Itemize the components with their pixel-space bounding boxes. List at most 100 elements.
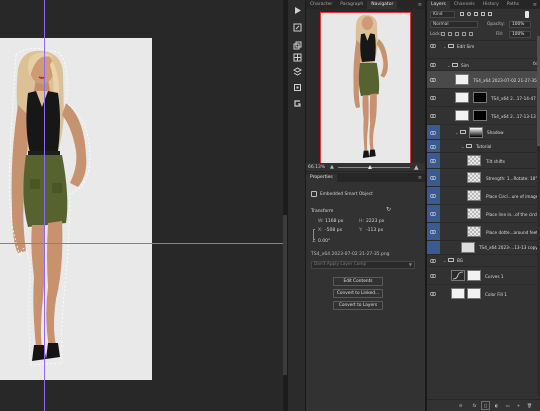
layer-group-edit-sim[interactable]: ⌄ Edit Sim xyxy=(427,40,540,50)
play-icon[interactable] xyxy=(292,5,303,16)
grid-icon[interactable] xyxy=(292,52,303,63)
lock-position-icon[interactable] xyxy=(455,32,459,36)
tab-layers[interactable]: Layers xyxy=(427,1,450,9)
chevron-down-icon[interactable]: ⌄ xyxy=(455,130,458,135)
shape-filter-icon[interactable] xyxy=(481,12,485,16)
tab-paragraph[interactable]: Paragraph xyxy=(336,1,367,9)
tab-navigator[interactable]: Navigator xyxy=(367,1,398,9)
visibility-eye-icon[interactable] xyxy=(430,77,436,83)
tab-history[interactable]: History xyxy=(479,1,503,9)
visibility-eye-icon[interactable] xyxy=(430,175,436,181)
tab-character[interactable]: Character xyxy=(306,1,336,9)
zoom-slider-handle[interactable] xyxy=(368,165,372,169)
panel-menu-icon[interactable]: ≡ xyxy=(418,1,425,9)
tab-paths[interactable]: Paths xyxy=(503,1,523,9)
fill-field[interactable]: 100% xyxy=(509,31,531,38)
visibility-eye-icon[interactable] xyxy=(430,291,436,297)
layer-mask-thumbnail[interactable] xyxy=(467,288,481,299)
document-canvas-area[interactable] xyxy=(0,0,283,411)
visibility-eye-icon[interactable] xyxy=(430,95,436,101)
layer-ts4-1[interactable]: TS4_x64 2...17-14-47 xyxy=(427,88,540,106)
x-field[interactable]: -508 px xyxy=(325,228,342,233)
zoom-out-icon[interactable]: ▲ xyxy=(330,164,334,170)
visibility-eye-icon[interactable] xyxy=(430,158,436,164)
visibility-eye-icon[interactable] xyxy=(430,211,436,217)
lock-pixels-icon[interactable] xyxy=(441,32,445,36)
layer-group-shadow[interactable]: ⌄ Shadow xyxy=(427,124,540,140)
tab-channels[interactable]: Channels xyxy=(450,1,479,9)
edit-icon[interactable] xyxy=(292,22,303,33)
layer-ts4-2[interactable]: TS4_x64 2...17-13-13 xyxy=(427,106,540,124)
layers-menu-icon[interactable]: ≡ xyxy=(533,1,540,9)
y-field[interactable]: -113 px xyxy=(366,228,383,233)
cube-icon[interactable] xyxy=(292,82,303,93)
adjustment-layer-icon[interactable]: ◐ xyxy=(493,402,500,409)
layer-strength[interactable]: Strength: 1...Rotate: 18° xyxy=(427,168,540,187)
layer-place-line[interactable]: Place line in...of the circle xyxy=(427,204,540,223)
angle-field[interactable]: 0.00° xyxy=(318,239,330,244)
add-mask-icon[interactable]: ◻ xyxy=(481,401,490,410)
layer-place-circle[interactable]: Place Circl...ure of image xyxy=(427,186,540,205)
chevron-down-icon[interactable]: ⌄ xyxy=(443,44,446,49)
convert-to-layers-button[interactable]: Convert to Layers xyxy=(333,301,383,310)
visibility-eye-icon[interactable] xyxy=(430,43,436,49)
new-layer-icon[interactable]: + xyxy=(515,402,522,409)
layer-smart-object-selected[interactable]: TS4_x64 2023-07-02 21-27-35 xyxy=(427,70,540,88)
lock-paint-icon[interactable] xyxy=(448,32,452,36)
tab-properties[interactable]: Properties xyxy=(306,174,337,182)
layer-group-sim[interactable]: ⌄ Sim fx xyxy=(427,58,540,70)
layer-comp-select[interactable]: Don't Apply Layer Comp ▼ xyxy=(311,261,415,269)
opacity-field[interactable]: 100% xyxy=(509,21,531,28)
smart-filter-icon[interactable] xyxy=(488,12,492,16)
visibility-eye-icon[interactable] xyxy=(430,62,436,68)
visibility-eye-icon[interactable] xyxy=(430,193,436,199)
properties-menu-icon[interactable]: ≡ xyxy=(418,174,425,182)
layer-mask-thumbnail[interactable] xyxy=(473,110,487,121)
chevron-down-icon[interactable]: ⌄ xyxy=(461,144,464,149)
layer-group-bg[interactable]: ⌄ BG xyxy=(427,254,540,265)
visibility-eye-icon[interactable] xyxy=(430,130,436,136)
visibility-eye-icon[interactable] xyxy=(430,144,436,150)
visibility-eye-icon[interactable] xyxy=(430,258,436,264)
visibility-eye-icon[interactable] xyxy=(430,229,436,235)
layer-mask-thumbnail[interactable] xyxy=(469,127,483,138)
adjustment-filter-icon[interactable] xyxy=(467,12,471,16)
layer-tilt-shifts[interactable]: Tilt shifts xyxy=(427,152,540,169)
navigator-preview[interactable] xyxy=(320,12,411,169)
visibility-eye-icon[interactable] xyxy=(430,273,436,279)
filter-toggle[interactable] xyxy=(525,11,529,18)
clone-icon[interactable] xyxy=(292,40,303,51)
layer-ts4-copy[interactable]: TS4_x64 2023-...13-13 copy xyxy=(427,240,540,255)
fx-button[interactable]: fx xyxy=(471,402,478,409)
visibility-eye-icon[interactable] xyxy=(430,113,436,119)
layer-place-dotted[interactable]: Place dotte...around feet xyxy=(427,222,540,241)
layer-curves[interactable]: Curves 1 xyxy=(427,266,540,284)
lock-all-icon[interactable] xyxy=(469,32,473,36)
lock-artboard-icon[interactable] xyxy=(462,32,466,36)
layer-color-fill[interactable]: Color Fill 1 xyxy=(427,284,540,302)
layer-kind-filter[interactable]: Kind xyxy=(430,11,455,18)
layer-mask-thumbnail[interactable] xyxy=(467,270,481,281)
layers-stack-icon[interactable] xyxy=(292,66,303,77)
link-layers-icon[interactable]: ⊝ xyxy=(457,402,464,409)
chevron-down-icon[interactable]: ⌄ xyxy=(443,258,446,263)
navigator-view[interactable] xyxy=(306,9,425,169)
edit-contents-button[interactable]: Edit Contents xyxy=(333,277,383,286)
reset-transform-icon[interactable]: ↻ xyxy=(386,206,391,213)
zoom-value[interactable]: 66.13% xyxy=(308,165,325,170)
visibility-column[interactable] xyxy=(427,241,440,255)
pixel-filter-icon[interactable] xyxy=(460,12,464,16)
type-filter-icon[interactable] xyxy=(474,12,478,16)
zoom-in-icon[interactable]: ▲ xyxy=(414,164,419,171)
zoom-slider[interactable] xyxy=(338,167,410,168)
layer-group-tutorial[interactable]: ⌄ Tutorial xyxy=(427,139,540,153)
glyph-icon[interactable] xyxy=(292,98,303,109)
new-group-icon[interactable]: ▭ xyxy=(504,402,511,409)
layer-mask-thumbnail[interactable] xyxy=(473,92,487,103)
delete-layer-icon[interactable]: 🗑 xyxy=(526,402,533,409)
convert-to-linked-button[interactable]: Convert to Linked... xyxy=(333,289,383,298)
chevron-down-icon[interactable]: ⌄ xyxy=(447,63,450,68)
w-field[interactable]: 1168 px xyxy=(325,219,343,224)
blend-mode-select[interactable]: Normal xyxy=(430,21,478,28)
h-field[interactable]: 2223 px xyxy=(366,219,384,224)
